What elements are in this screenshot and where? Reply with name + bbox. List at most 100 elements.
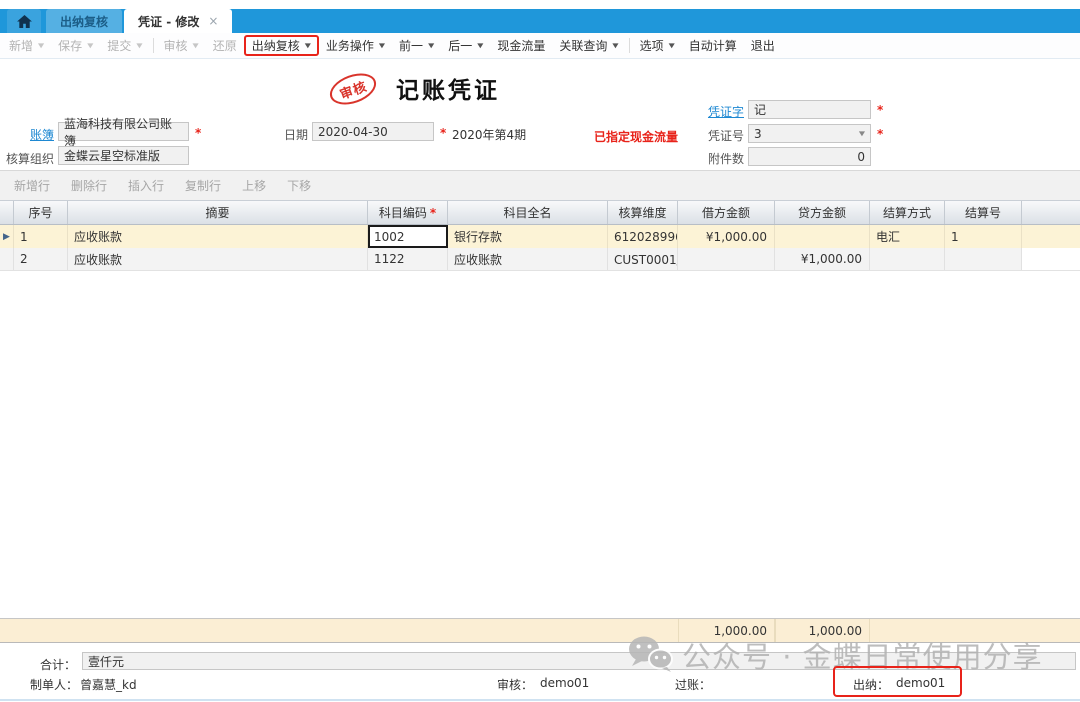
- toolbar-separator: [629, 38, 630, 53]
- account-book-input[interactable]: 蓝海科技有限公司账簿: [58, 122, 189, 141]
- col-account-name: 科目全名: [448, 201, 608, 224]
- chevron-down-icon: ▼: [305, 42, 311, 49]
- chevron-down-icon: ▼: [136, 42, 142, 49]
- cell-account-code[interactable]: 1122: [368, 248, 448, 270]
- move-down-button[interactable]: 下移: [287, 177, 311, 194]
- audit-button[interactable]: 审核▼: [157, 36, 206, 56]
- main-toolbar: 新增▼ 保存▼ 提交▼ 审核▼ 还原 出纳复核▼ 业务操作▼ 前一▼ 后一▼ 现…: [0, 33, 1080, 59]
- cell-settle-method[interactable]: 电汇: [870, 225, 945, 248]
- tab-cashier-review-label: 出纳复核: [60, 13, 108, 30]
- attachment-label: 附件数: [700, 150, 744, 167]
- chevron-down-icon: ▼: [612, 42, 618, 49]
- restore-button[interactable]: 还原: [206, 36, 244, 56]
- maker-value: 曾嘉慧_kd: [80, 676, 137, 693]
- toolbar-separator: [153, 38, 154, 53]
- chevron-down-icon: ▼: [428, 42, 434, 49]
- voucher-no-select[interactable]: 3▼: [748, 124, 871, 143]
- cell-dimension[interactable]: CUST0001/东: [608, 248, 678, 270]
- options-button[interactable]: 选项▼: [633, 36, 682, 56]
- account-book-link[interactable]: 账簿: [14, 126, 54, 143]
- related-query-button[interactable]: 关联查询▼: [552, 36, 625, 56]
- chevron-down-icon: ▼: [87, 42, 93, 49]
- voucher-word-input[interactable]: 记: [748, 100, 871, 119]
- voucher-edit-window: 出纳复核 凭证 - 修改 × 新增▼ 保存▼ 提交▼ 审核▼ 还原 出纳复核▼ …: [0, 0, 1080, 702]
- total-debit: 1,000.00: [678, 619, 775, 642]
- col-marker: [0, 201, 14, 224]
- voucher-no-label: 凭证号: [700, 127, 744, 144]
- chevron-down-icon: ▼: [477, 42, 483, 49]
- cell-debit[interactable]: ¥1,000.00: [678, 225, 775, 248]
- cell-summary[interactable]: 应收账款: [68, 225, 368, 248]
- attachment-count-input[interactable]: 0: [748, 147, 871, 166]
- bottom-divider: [0, 699, 1080, 701]
- cell-settle-no[interactable]: 1: [945, 225, 1022, 248]
- accounting-org-input[interactable]: 金蝶云星空标准版: [58, 146, 189, 165]
- required-mark: *: [877, 127, 883, 141]
- voucher-word-link[interactable]: 凭证字: [700, 103, 744, 120]
- date-label: 日期: [284, 126, 308, 143]
- exit-button[interactable]: 退出: [744, 36, 782, 56]
- col-debit: 借方金额: [678, 201, 775, 224]
- delete-row-button[interactable]: 删除行: [71, 177, 107, 194]
- col-seq: 序号: [14, 201, 68, 224]
- cell-marker: [0, 248, 14, 270]
- cell-extra[interactable]: [1022, 225, 1080, 248]
- add-row-button[interactable]: 新增行: [14, 177, 50, 194]
- table-row[interactable]: ▶ 1 应收账款 1002 银行存款 61202899635 ¥1,000.00…: [0, 225, 1080, 248]
- row-pointer-icon: ▶: [0, 225, 14, 248]
- cell-seq[interactable]: 2: [14, 248, 68, 270]
- cell-debit[interactable]: [678, 248, 775, 270]
- cell-settle-no[interactable]: [945, 248, 1022, 270]
- cashier-review-button[interactable]: 出纳复核▼: [244, 35, 319, 56]
- col-settle-method: 结算方式: [870, 201, 945, 224]
- page-title: 记账凭证: [396, 71, 500, 105]
- previous-button[interactable]: 前一▼: [392, 36, 441, 56]
- tab-voucher-edit-label: 凭证 - 修改: [138, 13, 199, 30]
- required-mark: *: [195, 126, 201, 140]
- grid-toolbar: 新增行 删除行 插入行 复制行 上移 下移: [0, 170, 1080, 200]
- move-up-button[interactable]: 上移: [242, 177, 266, 194]
- close-icon[interactable]: ×: [208, 14, 218, 28]
- cell-account-name[interactable]: 应收账款: [448, 248, 608, 270]
- cell-seq[interactable]: 1: [14, 225, 68, 248]
- cell-extra[interactable]: [1022, 248, 1080, 270]
- chevron-down-icon: ▼: [669, 42, 675, 49]
- cell-credit[interactable]: ¥1,000.00: [775, 248, 870, 270]
- table-header: 序号 摘要 科目编码* 科目全名 核算维度 借方金额 贷方金额 结算方式 结算号: [0, 200, 1080, 225]
- accounting-org-label: 核算组织: [6, 150, 54, 167]
- tab-bar: 出纳复核 凭证 - 修改 ×: [0, 9, 1080, 33]
- insert-row-button[interactable]: 插入行: [128, 177, 164, 194]
- col-extra: [1022, 201, 1080, 224]
- cell-account-name[interactable]: 银行存款: [448, 225, 608, 248]
- audit-stamp: 审核: [326, 68, 381, 111]
- selected-cell[interactable]: 1002: [368, 225, 448, 248]
- auto-calc-button[interactable]: 自动计算: [682, 36, 744, 56]
- tab-cashier-review[interactable]: 出纳复核: [46, 9, 122, 33]
- col-credit: 贷方金额: [775, 201, 870, 224]
- chevron-down-icon[interactable]: ▼: [859, 130, 865, 137]
- cell-settle-method[interactable]: [870, 248, 945, 270]
- home-icon: [17, 15, 32, 28]
- cashflow-button[interactable]: 现金流量: [490, 36, 552, 56]
- tab-home[interactable]: [7, 9, 41, 33]
- copy-row-button[interactable]: 复制行: [185, 177, 221, 194]
- cell-account-code[interactable]: 1002: [368, 225, 448, 248]
- cell-credit[interactable]: [775, 225, 870, 248]
- table-row[interactable]: 2 应收账款 1122 应收账款 CUST0001/东 ¥1,000.00: [0, 248, 1080, 271]
- cell-dimension[interactable]: 61202899635: [608, 225, 678, 248]
- cell-summary[interactable]: 应收账款: [68, 248, 368, 270]
- period-text: 2020年第4期: [452, 126, 526, 143]
- cashier-annotation-box: [833, 666, 962, 697]
- submit-button[interactable]: 提交▼: [100, 36, 149, 56]
- chevron-down-icon: ▼: [379, 42, 385, 49]
- auditor-label: 审核：: [497, 676, 533, 693]
- date-input[interactable]: 2020-04-30: [312, 122, 434, 141]
- tab-voucher-edit[interactable]: 凭证 - 修改 ×: [124, 9, 232, 33]
- col-settle-no: 结算号: [945, 201, 1022, 224]
- save-button[interactable]: 保存▼: [51, 36, 100, 56]
- new-button[interactable]: 新增▼: [2, 36, 51, 56]
- chevron-down-icon: ▼: [193, 42, 199, 49]
- business-operation-button[interactable]: 业务操作▼: [319, 36, 392, 56]
- next-button[interactable]: 后一▼: [441, 36, 490, 56]
- cashflow-assigned-notice: 已指定现金流量: [594, 128, 678, 145]
